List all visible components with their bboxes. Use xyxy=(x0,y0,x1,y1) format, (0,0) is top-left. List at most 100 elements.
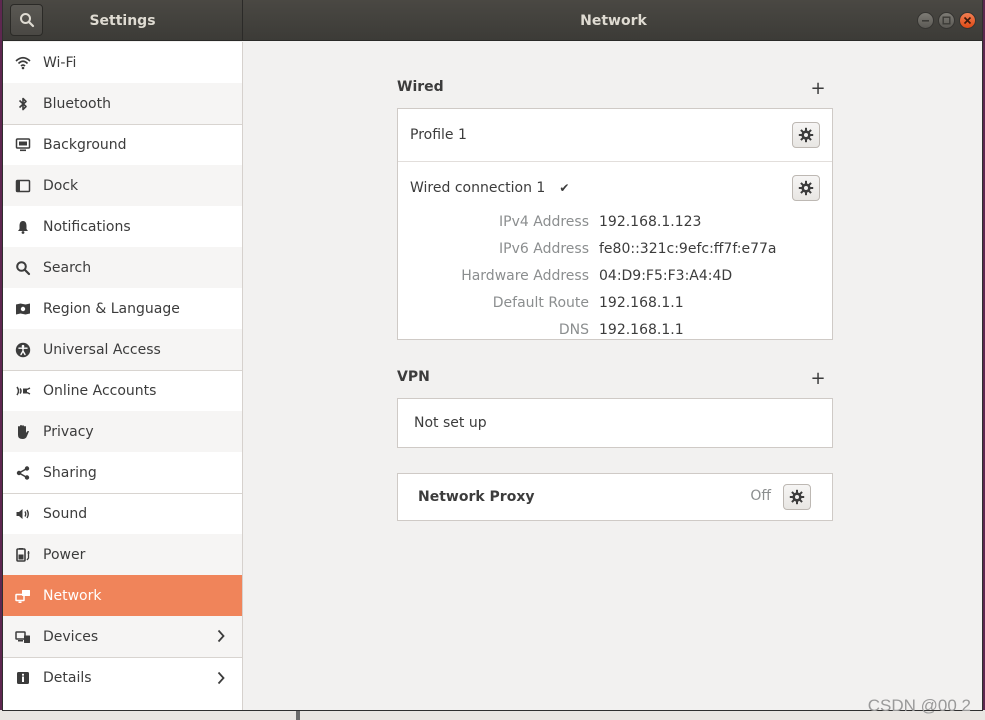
sidebar-item-label: Sharing xyxy=(43,464,97,481)
region-icon xyxy=(15,301,31,317)
proxy-title: Network Proxy xyxy=(418,489,535,505)
close-icon xyxy=(963,16,972,25)
proxy-status: Off xyxy=(750,488,771,504)
profile-settings-button[interactable] xyxy=(792,122,820,148)
proxy-card: Network Proxy Off xyxy=(397,473,833,521)
sidebar-item-label: Background xyxy=(43,137,127,153)
default-route-value: 192.168.1.1 xyxy=(599,295,684,311)
info-icon xyxy=(15,670,31,686)
vpn-card: Not set up xyxy=(397,398,833,448)
sidebar-item-region-language[interactable]: Region & Language xyxy=(3,288,242,329)
sidebar-item-sharing[interactable]: Sharing xyxy=(3,452,242,493)
hardware-address-value: 04:D9:F5:F3:A4:4D xyxy=(599,268,733,284)
connection-name: Wired connection 1 xyxy=(410,180,546,196)
sidebar-item-devices[interactable]: Devices xyxy=(3,616,242,657)
network-proxy-row[interactable]: Network Proxy Off xyxy=(398,474,832,520)
close-button[interactable] xyxy=(959,12,976,29)
sidebar-item-notifications[interactable]: Notifications xyxy=(3,206,242,247)
ipv6-value: fe80::321c:9efc:ff7f:e77a xyxy=(599,241,777,257)
header-bar: Settings Network xyxy=(3,0,982,41)
search-icon xyxy=(15,260,31,276)
sidebar-item-dock[interactable]: Dock xyxy=(3,165,242,206)
bluetooth-icon xyxy=(15,96,31,112)
hardware-address-label: Hardware Address xyxy=(461,268,589,284)
chevron-right-icon xyxy=(217,671,225,685)
add-vpn-button[interactable]: + xyxy=(810,368,826,389)
connected-check-icon: ✔ xyxy=(559,181,570,195)
sidebar-item-label: Universal Access xyxy=(43,341,161,358)
sidebar-item-power[interactable]: Power xyxy=(3,534,242,575)
sidebar-item-online-accounts[interactable]: Online Accounts xyxy=(3,370,242,411)
proxy-settings-button[interactable] xyxy=(783,484,811,510)
minimize-button[interactable] xyxy=(917,12,934,29)
wired-section-title: Wired xyxy=(397,79,444,95)
sidebar-item-label: Privacy xyxy=(43,423,94,440)
header-sidebar-section: Settings xyxy=(3,0,243,41)
sidebar-item-label: Sound xyxy=(43,506,88,522)
ipv4-value: 192.168.1.123 xyxy=(599,214,702,230)
sidebar-item-label: Power xyxy=(43,546,86,563)
sidebar-item-label: Search xyxy=(43,259,92,276)
vpn-section-title: VPN xyxy=(397,369,430,385)
gear-icon xyxy=(789,489,805,505)
dns-label: DNS xyxy=(558,322,589,338)
sidebar-item-bluetooth[interactable]: Bluetooth xyxy=(3,83,242,124)
share-icon xyxy=(15,465,31,481)
network-panel: Wired + Profile 1 Wired connection 1 ✔ I… xyxy=(244,42,982,710)
devices-icon xyxy=(15,629,31,645)
wired-connection-row[interactable]: Wired connection 1 ✔ xyxy=(398,162,832,214)
settings-window: Settings Network Wi-Fi Bluetooth Backgro… xyxy=(2,0,983,711)
sidebar-item-label: Notifications xyxy=(43,218,131,235)
wired-profile-row[interactable]: Profile 1 xyxy=(398,109,832,162)
gear-icon xyxy=(798,127,814,143)
search-icon xyxy=(19,13,34,28)
sidebar-item-search[interactable]: Search xyxy=(3,247,242,288)
sidebar-item-label: Online Accounts xyxy=(43,383,157,399)
speaker-icon xyxy=(15,506,31,522)
connection-settings-button[interactable] xyxy=(792,175,820,201)
default-route-label: Default Route xyxy=(492,295,589,311)
desktop-background xyxy=(0,710,985,720)
search-button[interactable] xyxy=(10,4,43,36)
sidebar-item-label: Network xyxy=(43,587,102,604)
ipv6-label: IPv6 Address xyxy=(499,241,589,257)
gear-icon xyxy=(798,180,814,196)
watermark: CSDN @00 2 xyxy=(867,696,971,715)
profile-name: Profile 1 xyxy=(410,127,467,143)
minimize-icon xyxy=(922,20,929,22)
window-controls xyxy=(917,12,976,29)
vpn-status-text: Not set up xyxy=(414,415,487,431)
sidebar-item-label: Region & Language xyxy=(43,300,180,317)
add-wired-button[interactable]: + xyxy=(810,78,826,99)
chevron-right-icon xyxy=(217,629,225,643)
maximize-button[interactable] xyxy=(938,12,955,29)
wired-card: Profile 1 Wired connection 1 ✔ IPv4 Addr… xyxy=(397,108,833,340)
sidebar-item-label: Dock xyxy=(43,177,79,194)
sidebar-item-privacy[interactable]: Privacy xyxy=(3,411,242,452)
sidebar-item-sound[interactable]: Sound xyxy=(3,493,242,534)
dock-icon xyxy=(15,178,31,194)
sidebar-item-network[interactable]: Network xyxy=(3,575,242,616)
sidebar-item-label: Wi-Fi xyxy=(43,54,77,71)
bell-icon xyxy=(15,219,31,235)
online-accounts-icon xyxy=(15,383,31,399)
network-icon xyxy=(15,588,31,604)
sidebar-item-label: Devices xyxy=(43,628,99,645)
sidebar-item-details[interactable]: Details xyxy=(3,657,242,698)
desktop-divider xyxy=(296,710,300,720)
dns-value: 192.168.1.1 xyxy=(599,322,684,338)
wifi-icon xyxy=(15,55,31,71)
sidebar-item-wifi[interactable]: Wi-Fi xyxy=(3,42,242,83)
maximize-icon xyxy=(942,16,951,25)
hand-icon xyxy=(15,424,31,440)
power-icon xyxy=(15,547,31,563)
sidebar-item-label: Bluetooth xyxy=(43,95,111,112)
sidebar-item-background[interactable]: Background xyxy=(3,124,242,165)
accessibility-icon xyxy=(15,342,31,358)
ipv4-label: IPv4 Address xyxy=(499,214,589,230)
background-icon xyxy=(15,137,31,153)
sidebar: Wi-Fi Bluetooth Background Dock Notifica… xyxy=(3,42,243,710)
sidebar-title: Settings xyxy=(89,12,156,29)
sidebar-item-universal-access[interactable]: Universal Access xyxy=(3,329,242,370)
panel-title: Network xyxy=(580,12,647,29)
